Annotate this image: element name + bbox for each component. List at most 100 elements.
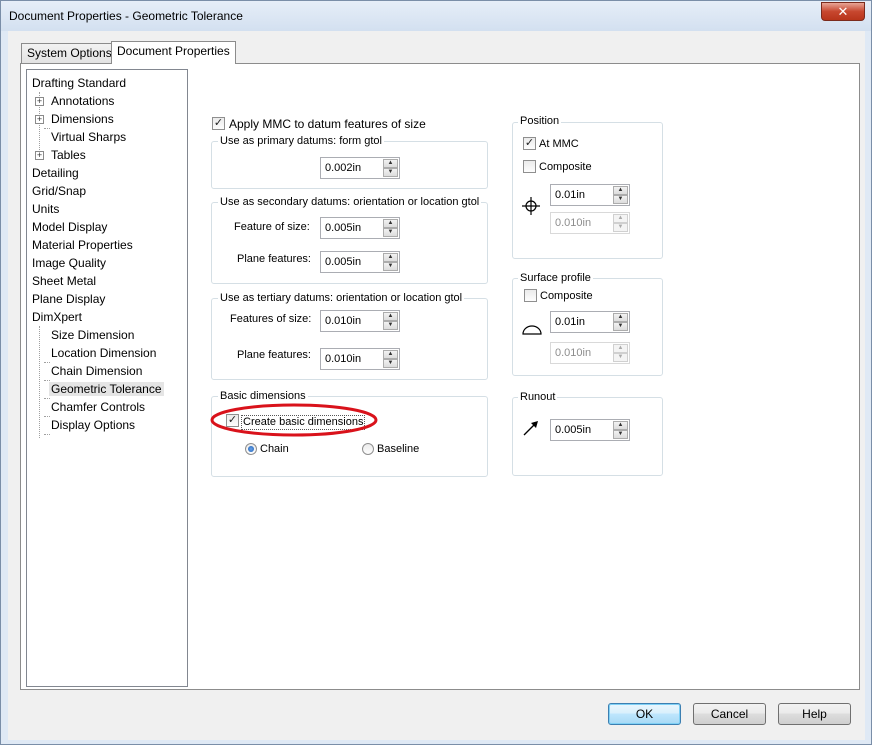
cancel-button[interactable]: Cancel xyxy=(693,703,766,725)
spin-down-icon[interactable]: ▼ xyxy=(383,262,398,271)
position-tolerance-spinner[interactable]: 0.01in ▲ ▼ xyxy=(550,184,630,206)
tree-item-grid-snap[interactable]: Grid/Snap xyxy=(32,182,86,200)
spin-down-icon[interactable]: ▼ xyxy=(383,228,398,237)
surface-composite-checkbox[interactable] xyxy=(524,289,537,302)
tree-item-label: Annotations xyxy=(51,94,115,108)
tree-item-label: Virtual Sharps xyxy=(51,130,127,144)
spin-up-icon[interactable]: ▲ xyxy=(383,312,398,321)
spin-up-icon[interactable]: ▲ xyxy=(383,219,398,228)
tree-item-drafting-standard[interactable]: Drafting Standard xyxy=(32,74,126,92)
tree-item-plane-display[interactable]: Plane Display xyxy=(32,290,105,308)
surface-profile-spinner[interactable]: 0.01in ▲ ▼ xyxy=(550,311,630,333)
tree-item-label: Chamfer Controls xyxy=(51,400,146,414)
radio-selected-dot xyxy=(248,446,254,452)
spinner-value: 0.005in xyxy=(325,256,362,268)
tree-item-label: Sheet Metal xyxy=(32,274,97,288)
tree-item-label: Detailing xyxy=(32,166,79,180)
tree-item-label: Tables xyxy=(51,148,86,162)
position-composite-checkbox[interactable] xyxy=(523,160,536,173)
window-title: Document Properties - Geometric Toleranc… xyxy=(9,9,243,23)
primary-datums-title: Use as primary datums: form gtol xyxy=(218,135,384,148)
spin-down-icon: ▼ xyxy=(613,223,628,232)
tree-item-label: Model Display xyxy=(32,220,108,234)
primary-tolerance-spinner[interactable]: 0.002in ▲ ▼ xyxy=(320,157,400,179)
tree-item-model-display[interactable]: Model Display xyxy=(32,218,107,236)
spin-up-icon[interactable]: ▲ xyxy=(613,186,628,195)
ok-button[interactable]: OK xyxy=(608,703,681,725)
tree-item-display-options[interactable]: Display Options xyxy=(51,416,135,434)
spinner-value: 0.002in xyxy=(325,162,362,174)
expand-icon[interactable]: + xyxy=(35,97,44,106)
apply-mmc-label: Apply MMC to datum features of size xyxy=(229,117,426,131)
spin-up-icon[interactable]: ▲ xyxy=(383,159,398,168)
tree-item-material-properties[interactable]: Material Properties xyxy=(32,236,133,254)
surface-profile-icon xyxy=(522,325,542,335)
chain-radio[interactable] xyxy=(245,443,257,455)
tree-item-label: Material Properties xyxy=(32,238,133,252)
tab-system-options[interactable]: System Options xyxy=(21,43,118,63)
expand-icon[interactable]: + xyxy=(35,115,44,124)
spinner-value: 0.01in xyxy=(555,189,585,201)
tree-item-label: Size Dimension xyxy=(51,328,135,342)
secondary-datums-title: Use as secondary datums: orientation or … xyxy=(218,196,482,209)
tree-item-units[interactable]: Units xyxy=(32,200,59,218)
dialog-window: Document Properties - Geometric Toleranc… xyxy=(0,0,872,745)
tab-label: System Options xyxy=(27,46,112,60)
apply-mmc-checkbox[interactable]: ✓ xyxy=(212,117,225,130)
close-button[interactable]: ✕ xyxy=(821,2,865,21)
position-icon xyxy=(522,197,540,215)
tree-item-label: Image Quality xyxy=(32,256,107,270)
tertiary-plane-spinner[interactable]: 0.010in ▲ ▼ xyxy=(320,348,400,370)
at-mmc-checkbox[interactable]: ✓ xyxy=(523,137,536,150)
tree-item-label: Grid/Snap xyxy=(32,184,87,198)
tree-item-detailing[interactable]: Detailing xyxy=(32,164,79,182)
tree-item-dimxpert[interactable]: DimXpert xyxy=(32,308,82,326)
surface-profile-title: Surface profile xyxy=(518,272,593,285)
secondary-plane-spinner[interactable]: 0.005in ▲ ▼ xyxy=(320,251,400,273)
spinner-value: 0.010in xyxy=(325,315,362,327)
tree-item-size-dimension[interactable]: Size Dimension xyxy=(51,326,134,344)
tree-item-label: Plane Display xyxy=(32,292,106,306)
spin-down-icon[interactable]: ▼ xyxy=(383,321,398,330)
spin-down-icon[interactable]: ▼ xyxy=(613,195,628,204)
tree-item-chain-dimension[interactable]: Chain Dimension xyxy=(51,362,142,380)
tree-item-label: DimXpert xyxy=(32,310,83,324)
tree-item-virtual-sharps[interactable]: Virtual Sharps xyxy=(51,128,126,146)
spin-down-icon: ▼ xyxy=(613,353,628,362)
spin-up-icon: ▲ xyxy=(613,214,628,223)
spinner-value: 0.005in xyxy=(325,222,362,234)
spin-up-icon[interactable]: ▲ xyxy=(613,421,628,430)
tree-item-sheet-metal[interactable]: Sheet Metal xyxy=(32,272,96,290)
spinner-value: 0.01in xyxy=(555,316,585,328)
spin-down-icon[interactable]: ▼ xyxy=(613,430,628,439)
spinner-value: 0.010in xyxy=(555,217,592,229)
baseline-radio[interactable] xyxy=(362,443,374,455)
secondary-size-spinner[interactable]: 0.005in ▲ ▼ xyxy=(320,217,400,239)
tertiary-datums-title: Use as tertiary datums: orientation or l… xyxy=(218,292,465,305)
tree-item-location-dimension[interactable]: Location Dimension xyxy=(51,344,156,362)
spin-down-icon[interactable]: ▼ xyxy=(613,322,628,331)
tab-document-properties[interactable]: Document Properties xyxy=(111,41,236,64)
expand-icon[interactable]: + xyxy=(35,151,44,160)
tree-item-tables[interactable]: Tables xyxy=(51,146,86,164)
options-tree[interactable]: Drafting Standard + Annotations + Dimens… xyxy=(26,69,188,687)
tree-item-label: Geometric Tolerance xyxy=(49,382,164,396)
tertiary-size-spinner[interactable]: 0.010in ▲ ▼ xyxy=(320,310,400,332)
spin-up-icon[interactable]: ▲ xyxy=(383,350,398,359)
spin-down-icon[interactable]: ▼ xyxy=(383,168,398,177)
secondary-plane-label: Plane features: xyxy=(237,253,311,265)
tree-item-dimensions[interactable]: Dimensions xyxy=(51,110,114,128)
tree-item-image-quality[interactable]: Image Quality xyxy=(32,254,106,272)
tree-item-chamfer-controls[interactable]: Chamfer Controls xyxy=(51,398,145,416)
runout-spinner[interactable]: 0.005in ▲ ▼ xyxy=(550,419,630,441)
tree-item-annotations[interactable]: Annotations xyxy=(51,92,114,110)
spin-up-icon[interactable]: ▲ xyxy=(383,253,398,262)
help-button[interactable]: Help xyxy=(778,703,851,725)
tree-item-geometric-tolerance[interactable]: Geometric Tolerance xyxy=(49,380,164,398)
runout-title: Runout xyxy=(518,391,558,404)
spin-up-icon[interactable]: ▲ xyxy=(613,313,628,322)
spin-down-icon[interactable]: ▼ xyxy=(383,359,398,368)
tertiary-size-label: Features of size: xyxy=(230,313,312,325)
tree-line xyxy=(39,326,40,438)
title-bar: Document Properties - Geometric Toleranc… xyxy=(1,1,871,31)
